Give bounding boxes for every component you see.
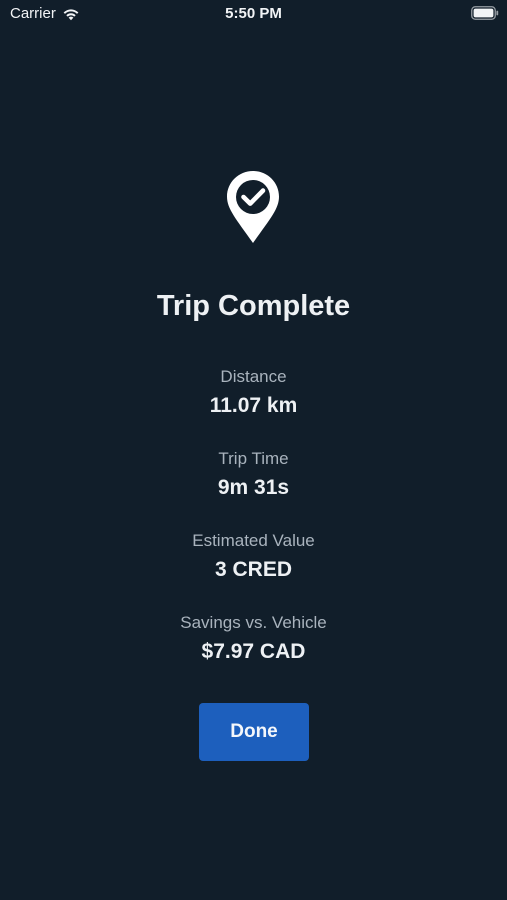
status-bar: Carrier 5:50 PM [0,0,507,28]
done-button[interactable]: Done [199,703,309,761]
stat-savings: Savings vs. Vehicle $7.97 CAD [0,612,507,665]
map-pin-check-icon [226,170,280,244]
page-title: Trip Complete [156,290,351,322]
stat-label: Distance [220,367,287,386]
stat-value: $7.97 CAD [201,640,306,663]
stat-estimated-value: Estimated Value 3 CRED [0,530,507,583]
stat-trip-time: Trip Time 9m 31s [0,448,507,501]
stat-value: 11.07 km [209,394,298,417]
stat-label: Savings vs. Vehicle [180,613,327,632]
stat-value: 3 CRED [214,558,293,581]
stat-label: Trip Time [218,449,289,468]
stat-value: 9m 31s [217,476,290,499]
status-time: 5:50 PM [225,5,282,22]
stat-label: Estimated Value [192,531,315,550]
battery-icon [471,6,499,20]
stat-distance: Distance 11.07 km [0,366,507,419]
